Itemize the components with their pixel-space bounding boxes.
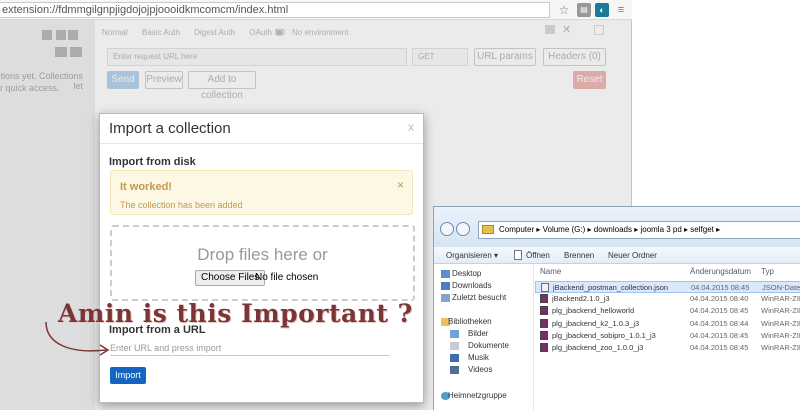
json-file-icon: [541, 283, 549, 292]
file-list: Name Änderungsdatum Typ jBackend_postman…: [535, 264, 800, 410]
new-folder-button[interactable]: Neuer Ordner: [608, 247, 657, 264]
file-date: 04.04.2015 08:40: [690, 294, 749, 304]
file-date: 04.04.2015 08:45: [690, 343, 749, 352]
annotation-text: Amin is this Important ?: [58, 299, 413, 328]
table-row[interactable]: plg_jbackend_zoo_1.0.0_j3 04.04.2015 08:4…: [535, 342, 800, 354]
recent-icon: [441, 294, 450, 302]
folder-icon: [482, 225, 494, 234]
winrar-icon: [540, 318, 548, 328]
downloads-icon: [441, 282, 450, 290]
winrar-icon: [540, 330, 548, 340]
nav-homegroup[interactable]: Heimnetzgruppe: [448, 391, 507, 400]
organize-menu[interactable]: Organisieren ▾: [446, 247, 498, 264]
browser-toolbar: extension://fdmmgilgnpjigdojojpjoooidkmc…: [0, 0, 632, 20]
menu-icon[interactable]: ≡: [614, 3, 628, 17]
table-row[interactable]: jBackend_postman_collection.json 04.04.20…: [535, 281, 800, 293]
open-icon: [514, 250, 522, 260]
videos-icon: [450, 366, 459, 374]
file-date: 04.04.2015 08:45: [690, 330, 749, 340]
explorer-header: Computer ▸ Volume (G:) ▸ downloads ▸ joo…: [434, 207, 800, 247]
table-row[interactable]: plg_jbackend_k2_1.0.3_j3 04.04.2015 08:44…: [535, 318, 800, 330]
extension-icon[interactable]: ▤: [577, 3, 591, 17]
winrar-icon: [540, 294, 548, 304]
nav-libraries[interactable]: Bibliotheken: [448, 317, 492, 326]
nav-recent[interactable]: Zuletzt besucht: [452, 293, 506, 302]
music-icon: [450, 354, 459, 362]
winrar-icon: [540, 343, 548, 352]
file-date: 04.04.2015 08:45: [691, 283, 750, 292]
modal-title: Import a collection: [109, 120, 231, 137]
table-row[interactable]: jBackend2.1.0_j3 04.04.2015 08:40 WinRAR-Z…: [535, 293, 800, 305]
nav-videos[interactable]: Videos: [468, 365, 492, 374]
import-from-disk-heading: Import from disk: [109, 156, 196, 168]
column-type[interactable]: Typ: [761, 267, 774, 276]
nav-pictures[interactable]: Bilder: [468, 329, 488, 338]
open-button[interactable]: Öffnen: [526, 247, 550, 264]
nav-music[interactable]: Musik: [468, 353, 489, 362]
address-bar[interactable]: extension://fdmmgilgnpjigdojojpjoooidkmc…: [0, 2, 550, 18]
table-row[interactable]: plg_jbackend_helloworld 04.04.2015 08:45 W…: [535, 305, 800, 317]
breadcrumb-item[interactable]: downloads: [594, 225, 632, 234]
postman-extension-icon[interactable]: ◐: [595, 3, 609, 17]
file-type: WinRAR-ZIP-: [761, 318, 800, 328]
breadcrumb[interactable]: Computer ▸ Volume (G:) ▸ downloads ▸ joo…: [478, 221, 800, 239]
import-collection-modal: Import a collection x Import from disk I…: [99, 113, 424, 403]
file-status: No file chosen: [255, 272, 319, 283]
pictures-icon: [450, 330, 459, 338]
alert-message: The collection has been added: [120, 200, 243, 210]
breadcrumb-item[interactable]: joomla 3 pd: [640, 225, 681, 234]
column-date[interactable]: Änderungsdatum: [690, 267, 751, 276]
nav-downloads[interactable]: Downloads: [452, 281, 492, 290]
file-name: jBackend2.1.0_j3: [552, 294, 610, 304]
nav-desktop[interactable]: Desktop: [452, 269, 481, 278]
star-icon[interactable]: ☆: [557, 3, 571, 17]
modal-divider: [100, 143, 423, 144]
file-date: 04.04.2015 08:44: [690, 318, 749, 328]
explorer-toolbar: Organisieren ▾ Öffnen Brennen Neuer Ordn…: [434, 247, 800, 264]
file-type: WinRAR-ZIP-: [761, 294, 800, 304]
success-alert: It worked! The collection has been added…: [110, 170, 413, 215]
file-name: plg_jbackend_sobipro_1.0.1_j3: [552, 330, 656, 340]
breadcrumb-item[interactable]: selfget: [690, 225, 714, 234]
burn-button[interactable]: Brennen: [564, 247, 594, 264]
file-date: 04.04.2015 08:45: [690, 306, 749, 316]
column-name[interactable]: Name: [540, 267, 561, 276]
breadcrumb-item[interactable]: Volume (G:): [543, 225, 586, 234]
back-button[interactable]: [440, 222, 454, 236]
file-explorer-window: Computer ▸ Volume (G:) ▸ downloads ▸ joo…: [433, 206, 800, 410]
alert-title: It worked!: [120, 181, 172, 193]
desktop-icon: [441, 270, 450, 278]
table-row[interactable]: plg_jbackend_sobipro_1.0.1_j3 04.04.2015 …: [535, 330, 800, 342]
winrar-icon: [540, 306, 548, 316]
import-url-input[interactable]: Enter URL and press import: [110, 340, 390, 356]
file-name: jBackend_postman_collection.json: [553, 283, 669, 292]
forward-button[interactable]: [456, 222, 470, 236]
file-name: plg_jbackend_zoo_1.0.0_j3: [552, 343, 644, 352]
documents-icon: [450, 342, 459, 350]
file-type: WinRAR-ZIP-: [761, 330, 800, 340]
drop-zone[interactable]: Drop files here or Choose Files No file …: [110, 225, 415, 301]
file-type: WinRAR-ZIP-: [761, 306, 800, 316]
modal-close-button[interactable]: x: [408, 120, 414, 134]
import-button[interactable]: Import: [110, 367, 146, 384]
file-type: JSON-Datei: [762, 283, 800, 292]
navigation-pane: Desktop Downloads Zuletzt besucht Biblio…: [434, 264, 534, 410]
file-type: WinRAR-ZIP-: [761, 343, 800, 352]
drop-text: Drop files here or: [197, 245, 328, 264]
nav-documents[interactable]: Dokumente: [468, 341, 509, 350]
file-name: plg_jbackend_helloworld: [552, 306, 635, 316]
file-name: plg_jbackend_k2_1.0.3_j3: [552, 318, 640, 328]
breadcrumb-item[interactable]: Computer: [499, 225, 534, 234]
alert-close-icon[interactable]: ×: [397, 178, 404, 192]
